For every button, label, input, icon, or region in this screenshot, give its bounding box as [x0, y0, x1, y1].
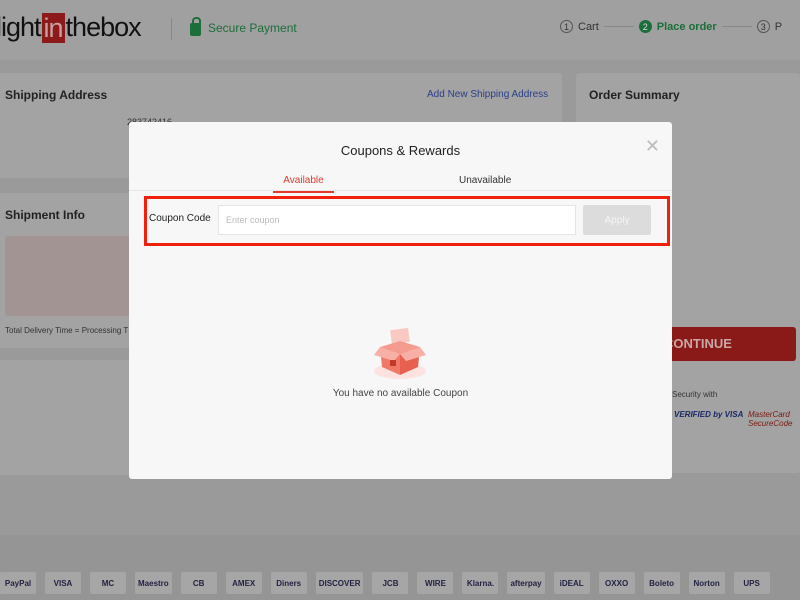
step-number: 2: [638, 20, 652, 33]
lock-icon: [190, 17, 201, 36]
header: light in thebox Secure Payment 1 Cart 2 Pl…: [0, 0, 800, 60]
verified-by-visa-badge: VERIFIED by VISA: [674, 410, 744, 419]
step-number: 1: [560, 20, 573, 33]
security-label: Security with: [672, 390, 718, 399]
payment-logo: VISA: [45, 572, 81, 594]
mastercard-securecode-badge: MasterCard SecureCode: [748, 410, 793, 428]
tab-divider: [129, 190, 672, 191]
payment-logo: PayPal: [0, 572, 36, 594]
logo-in: in: [41, 12, 65, 43]
modal-title: Coupons & Rewards: [340, 143, 461, 158]
logo[interactable]: light in thebox: [0, 12, 142, 43]
payment-logo: Boleto: [643, 572, 680, 594]
empty-message: You have no available Coupon: [332, 388, 469, 399]
close-icon[interactable]: ✕: [645, 136, 660, 157]
shipment-title: Shipment Info: [5, 208, 85, 222]
checkout-steps: 1 Cart 2 Place order 3 P: [560, 20, 782, 33]
add-address-link[interactable]: Add New Shipping Address: [427, 89, 548, 100]
payment-logo: Diners: [270, 572, 307, 594]
coupon-code-label: Coupon Code: [149, 213, 211, 224]
step-number: 3: [756, 20, 770, 33]
payment-logos: PayPal VISA MC Maestro CB AMEX Diners DISCOVER J…: [0, 572, 770, 594]
payment-logo: Maestro: [135, 572, 172, 594]
payment-logo: JCB: [372, 572, 409, 594]
payment-logo: afterpay: [507, 572, 545, 594]
step-cart: Cart: [578, 20, 599, 33]
payment-logo: OXXO: [598, 572, 635, 594]
delivery-note: Total Delivery Time = Processing T: [5, 326, 129, 335]
step-place-order: Place order: [656, 20, 717, 33]
payment-logo: UPS: [733, 572, 770, 594]
shipping-title: Shipping Address: [5, 88, 108, 102]
payment-logo: CB: [180, 572, 217, 594]
logo-text: light: [0, 12, 42, 42]
coupons-modal: Coupons & Rewards ✕ Available Unavailabl…: [129, 122, 672, 479]
logo-text: thebox: [65, 12, 142, 42]
coupon-input[interactable]: [218, 205, 576, 235]
empty-box-icon: [374, 327, 426, 379]
payment-logo: MC: [90, 572, 126, 594]
payment-logo: DISCOVER: [315, 572, 364, 594]
secure-label: Secure Payment: [208, 21, 297, 35]
secure-payment: Secure Payment: [190, 17, 297, 36]
payment-logo: Norton: [688, 572, 725, 594]
divider: [171, 18, 172, 40]
payment-logo: Klarna.: [462, 572, 499, 594]
apply-button[interactable]: Apply: [583, 205, 651, 235]
step-line: [721, 26, 752, 27]
payment-logo: iDEAL: [553, 572, 590, 594]
step-payment: P: [774, 20, 783, 33]
payment-logo: AMEX: [225, 572, 262, 594]
tab-unavailable[interactable]: Unavailable: [459, 175, 511, 191]
order-summary-title: Order Summary: [589, 88, 680, 102]
payment-logo: WIRE: [417, 572, 454, 594]
step-line: [603, 26, 634, 27]
